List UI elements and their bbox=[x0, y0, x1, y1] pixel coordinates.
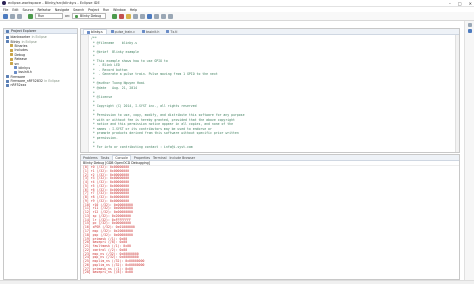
console-tab[interactable]: Terminal bbox=[153, 156, 166, 160]
file-icon bbox=[14, 66, 17, 70]
tree-item-label: nRF52xxx bbox=[10, 83, 27, 88]
console-line: [28] basepri_ns (/8): 0x00 bbox=[83, 270, 133, 275]
window-title: eclipse-workspace - Blinky/src/blinky.s … bbox=[8, 1, 100, 5]
build-icon[interactable] bbox=[17, 13, 22, 19]
editor-tab-label: Tx.tl bbox=[170, 29, 178, 34]
tree-item-label: blinky.s bbox=[18, 65, 31, 70]
project-explorer-title: Project Explorer bbox=[11, 29, 37, 33]
folder-icon bbox=[10, 62, 13, 66]
project-icon bbox=[6, 75, 9, 79]
console-tab[interactable]: Console bbox=[112, 154, 131, 161]
tree-item-label: Release bbox=[14, 57, 27, 62]
title-bar: eclipse-workspace - Blinky/src/blinky.s … bbox=[0, 0, 474, 7]
forward-icon[interactable] bbox=[168, 13, 174, 19]
menu-navigate[interactable]: Navigate bbox=[55, 8, 69, 12]
file-icon bbox=[166, 30, 170, 33]
close-button[interactable]: ✕ bbox=[469, 1, 472, 6]
tree-item-label: Debug bbox=[14, 52, 25, 57]
editor-tab-label: bssinit.h bbox=[146, 29, 160, 34]
maximize-button[interactable]: □ bbox=[458, 1, 462, 6]
project-explorer-panel: Project Explorer blankworker in Eclipse Bl… bbox=[3, 28, 78, 280]
outline-icon[interactable] bbox=[467, 23, 472, 27]
tree-item-label: Includes bbox=[14, 48, 28, 53]
console-output[interactable]: [0] r0 (/32): 0x00000000 [1] r1 (/32): 0x… bbox=[81, 165, 459, 275]
editor-tab-label: pulse_train.c bbox=[114, 29, 135, 34]
previous-annotation-icon[interactable] bbox=[154, 13, 160, 19]
editor-tab[interactable]: bssinit.h bbox=[139, 29, 162, 34]
project-tree: blankworker in Eclipse Blinky in Eclipse Bin… bbox=[4, 34, 77, 89]
code-area[interactable]: /** * @filename blinky.s * * @brief Blin… bbox=[81, 35, 459, 150]
menu-help[interactable]: Help bbox=[130, 8, 137, 12]
launch-config-value: Blinky Debug bbox=[80, 14, 102, 18]
tree-item-location: in Eclipse bbox=[31, 35, 47, 40]
launch-mode-select[interactable]: Run bbox=[35, 13, 63, 19]
editor-gutter bbox=[81, 35, 89, 152]
tree-item-location: in Eclipse bbox=[44, 79, 60, 84]
menu-source[interactable]: Source bbox=[23, 8, 34, 12]
on-label: on: bbox=[65, 14, 71, 18]
status-bar bbox=[0, 280, 474, 284]
next-annotation-icon[interactable] bbox=[147, 13, 153, 19]
tree-item[interactable]: nRF52xxx bbox=[6, 83, 75, 87]
menu-file[interactable]: File bbox=[3, 8, 8, 12]
tree-item-label: Binaries bbox=[14, 43, 28, 48]
save-icon[interactable] bbox=[10, 13, 15, 19]
launch-config-select[interactable]: Blinky Debug bbox=[72, 13, 107, 19]
project-icon bbox=[6, 35, 9, 39]
code-line: * For info or contributing contact : inf… bbox=[91, 145, 193, 150]
config-icon bbox=[75, 14, 79, 18]
editor-tab[interactable]: Tx.tl bbox=[163, 29, 180, 34]
new-icon[interactable] bbox=[3, 13, 8, 19]
project-icon bbox=[6, 40, 9, 44]
editor-tab-label: blinky.s bbox=[91, 30, 103, 34]
right-trim-bar bbox=[464, 21, 474, 280]
folder-icon bbox=[10, 48, 13, 52]
project-icon bbox=[6, 83, 9, 87]
folder-icon bbox=[10, 53, 13, 57]
file-icon bbox=[14, 70, 17, 74]
tree-item-label: src bbox=[14, 61, 20, 66]
explorer-icon bbox=[6, 29, 9, 33]
back-icon[interactable] bbox=[161, 13, 167, 19]
run-icon[interactable] bbox=[28, 13, 33, 19]
console-tab[interactable]: Include Browser bbox=[169, 156, 195, 160]
console-panel: Problems Tasks Console Properties Terminal In… bbox=[80, 154, 460, 280]
console-tab[interactable]: Properties bbox=[134, 156, 150, 160]
task-list-icon[interactable] bbox=[467, 29, 472, 33]
minimize-button[interactable]: – bbox=[449, 1, 451, 6]
tree-item-label: Firmware bbox=[10, 74, 26, 79]
menu-run[interactable]: Run bbox=[103, 8, 109, 12]
file-icon bbox=[110, 30, 114, 33]
launch-mode-value: Run bbox=[38, 14, 45, 18]
tree-item-label: bssinit.h bbox=[18, 70, 32, 75]
folder-icon bbox=[10, 57, 13, 61]
tree-item-label: blankworker bbox=[10, 35, 31, 40]
menu-search[interactable]: Search bbox=[73, 8, 84, 12]
tree-item-location: in Eclipse bbox=[21, 39, 37, 44]
menu-window[interactable]: Window bbox=[113, 8, 126, 12]
toolbar: Run on: Blinky Debug bbox=[0, 12, 474, 21]
menu-edit[interactable]: Edit bbox=[12, 8, 18, 12]
tree-item-label: Blinky bbox=[10, 39, 21, 44]
editor-scrollbar[interactable] bbox=[455, 35, 459, 152]
console-tab[interactable]: Tasks bbox=[101, 156, 110, 160]
console-tab[interactable]: Problems bbox=[83, 156, 98, 160]
folder-icon bbox=[10, 44, 13, 48]
eclipse-logo-icon bbox=[2, 1, 6, 5]
file-icon bbox=[142, 30, 145, 33]
debug-icon[interactable] bbox=[112, 13, 118, 19]
menu-refactor[interactable]: Refactor bbox=[37, 8, 50, 12]
tree-item-label: Firmware_nRF52832 bbox=[10, 79, 43, 84]
menu-project[interactable]: Project bbox=[88, 8, 99, 12]
file-icon bbox=[87, 30, 90, 34]
search-icon[interactable] bbox=[133, 13, 139, 19]
editor-panel: blinky.s pulse_train.c bssinit.h Tx.tl /** … bbox=[80, 28, 460, 153]
stop-icon[interactable] bbox=[119, 13, 125, 19]
editor-tab[interactable]: blinky.s bbox=[83, 29, 107, 34]
project-icon bbox=[6, 79, 9, 83]
open-type-icon[interactable] bbox=[140, 13, 146, 19]
editor-tab[interactable]: pulse_train.c bbox=[108, 29, 138, 34]
external-tools-icon[interactable] bbox=[126, 13, 132, 19]
